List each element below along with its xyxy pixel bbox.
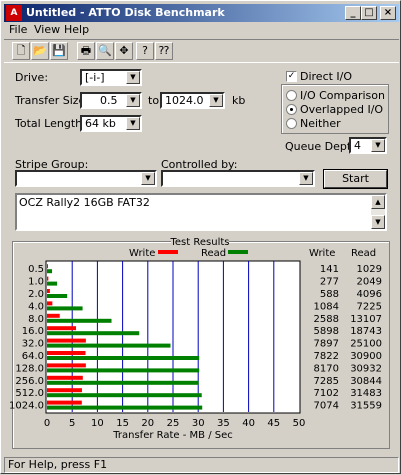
read-bar <box>47 281 58 286</box>
y-tick-label: 1.0 <box>28 277 44 288</box>
write-bar <box>47 375 83 380</box>
read-legend-label: Read <box>201 248 226 259</box>
write-value: 588 <box>320 289 339 300</box>
write-bar <box>47 388 82 393</box>
write-bar <box>47 363 86 368</box>
read-legend-swatch <box>228 250 248 254</box>
read-value: 25100 <box>350 339 382 350</box>
write-bar <box>47 276 49 281</box>
read-value: 30900 <box>350 351 382 362</box>
read-value: 31483 <box>350 388 382 399</box>
read-bar <box>47 368 200 373</box>
read-value: 31559 <box>350 401 382 412</box>
y-tick-label: 0.5 <box>28 264 44 275</box>
x-tick-label: 30 <box>192 418 205 429</box>
write-bar <box>47 289 50 293</box>
read-value: 30844 <box>350 376 382 387</box>
read-value: 1029 <box>357 264 382 275</box>
write-value: 277 <box>320 277 339 288</box>
y-tick-label: 256.0 <box>15 376 44 387</box>
write-legend-swatch <box>158 250 178 254</box>
read-value: 30932 <box>350 363 382 374</box>
x-tick-label: 5 <box>69 418 75 429</box>
write-value: 7285 <box>314 376 339 387</box>
status-bar: For Help, press F1 <box>4 457 399 473</box>
write-value: 8170 <box>314 363 339 374</box>
read-value: 18743 <box>350 326 382 337</box>
write-legend-label: Write <box>129 248 155 259</box>
write-value: 7897 <box>314 339 339 350</box>
read-bar <box>47 331 140 336</box>
read-bar <box>47 343 171 348</box>
y-tick-label: 16.0 <box>22 326 44 337</box>
write-bar <box>47 264 48 269</box>
write-value: 2588 <box>314 314 339 325</box>
read-column-header: Read <box>351 248 376 259</box>
y-tick-label: 32.0 <box>22 339 44 350</box>
read-bar <box>47 380 199 385</box>
status-text: For Help, press F1 <box>4 457 399 473</box>
write-bar <box>47 313 60 318</box>
write-bar <box>47 351 86 355</box>
y-tick-label: 64.0 <box>22 351 44 362</box>
read-value: 2049 <box>357 277 382 288</box>
read-bar <box>47 405 203 410</box>
write-value: 7822 <box>314 351 339 362</box>
write-value: 7074 <box>314 401 339 412</box>
write-value: 1084 <box>314 301 339 312</box>
read-value: 4096 <box>357 289 382 300</box>
write-value: 7102 <box>314 388 339 399</box>
write-column-header: Write <box>309 248 335 259</box>
read-value: 7225 <box>357 301 382 312</box>
read-bar <box>47 318 112 323</box>
x-tick-label: 35 <box>217 418 230 429</box>
x-axis-title: Transfer Rate - MB / Sec <box>112 430 233 441</box>
write-value: 5898 <box>314 326 339 337</box>
read-bar <box>47 393 202 398</box>
write-value: 141 <box>320 264 339 275</box>
x-tick-label: 25 <box>167 418 180 429</box>
write-bar <box>47 301 53 306</box>
x-tick-label: 15 <box>116 418 129 429</box>
read-bar <box>47 294 68 298</box>
y-tick-label: 512.0 <box>15 388 44 399</box>
x-tick-label: 0 <box>44 418 50 429</box>
x-tick-label: 20 <box>141 418 154 429</box>
write-bar <box>47 338 86 343</box>
write-bar <box>47 326 77 331</box>
group-title: Test Results <box>170 237 230 248</box>
read-bar <box>47 269 53 274</box>
x-tick-label: 45 <box>267 418 280 429</box>
test-results-chart: Test Results Write Read Write Read 0 5 10 1… <box>9 235 382 441</box>
y-tick-label: 128.0 <box>15 363 44 374</box>
read-bar <box>47 306 83 311</box>
y-tick-label: 4.0 <box>28 301 44 312</box>
read-value: 13107 <box>350 314 382 325</box>
y-tick-label: 8.0 <box>28 314 44 325</box>
x-tick-label: 40 <box>242 418 255 429</box>
x-tick-label: 50 <box>293 418 306 429</box>
y-tick-label: 1024.0 <box>9 401 44 412</box>
read-bar <box>47 356 200 360</box>
y-tick-label: 2.0 <box>28 289 44 300</box>
write-bar <box>47 400 82 405</box>
x-tick-label: 10 <box>91 418 104 429</box>
app-window: A Untitled - ATTO Disk Benchmark _ □ × F… <box>0 0 401 474</box>
